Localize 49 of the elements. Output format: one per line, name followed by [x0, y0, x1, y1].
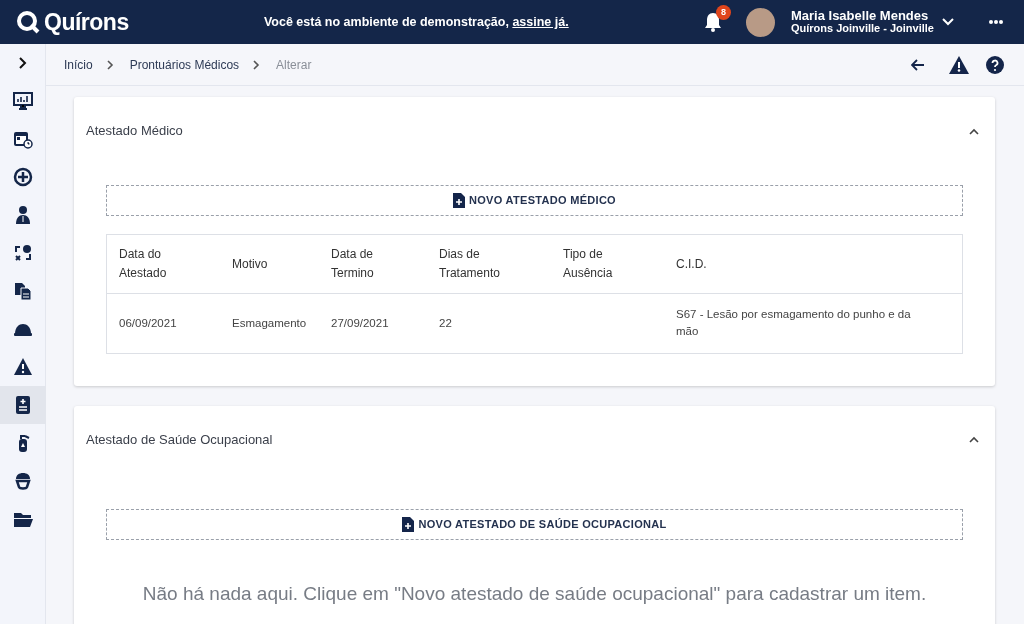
notification-count: 8 — [715, 5, 731, 20]
more-icon[interactable] — [988, 19, 1004, 25]
worker-icon — [13, 471, 33, 491]
user-name: Maria Isabelle Mendes — [790, 9, 930, 22]
column-header: Motivo — [220, 235, 319, 294]
warning-icon — [13, 357, 33, 377]
column-header: Data do Atestado — [107, 235, 220, 294]
shapes-arrows-icon — [13, 243, 33, 263]
breadcrumb-link[interactable]: Prontuários Médicos — [129, 55, 240, 74]
medical-record-icon — [13, 395, 33, 415]
table-cell: 06/09/2021 — [119, 316, 177, 329]
user-company: Quírons Joinville - Joinville — [790, 22, 934, 35]
help-icon[interactable] — [986, 55, 1004, 74]
column-header: Data de Termino — [319, 235, 427, 294]
chevron-right-icon — [253, 59, 261, 70]
table-cell: Esmagamento — [232, 316, 307, 329]
section-title: Atestado Médico — [86, 122, 183, 141]
new-item-button[interactable]: NOVO ATESTADO DE SAÚDE OCUPACIONAL — [106, 508, 963, 540]
file-plus-icon — [453, 193, 465, 208]
avatar — [745, 7, 775, 37]
table-cell: S67 - Lesão por esmagamento do punho e da mão — [676, 308, 911, 338]
bell-icon[interactable] — [703, 12, 722, 32]
file-plus-icon — [402, 516, 415, 532]
section-title: Atestado de Saúde Ocupacional — [86, 430, 273, 449]
doctor-icon — [13, 205, 33, 225]
warning-icon[interactable] — [949, 55, 969, 74]
documents-icon — [13, 281, 33, 301]
column-header: C.I.D. — [664, 235, 962, 294]
chevron-down-icon[interactable] — [942, 18, 954, 26]
chevron-right-icon — [106, 59, 114, 70]
empty-message: Não há nada aqui. Clique em "Novo atestado de saúde ocupacional" para cadastrar um item. — [141, 581, 928, 606]
logo-icon — [16, 10, 40, 34]
chevron-right-icon — [19, 57, 27, 69]
sidebar-item[interactable] — [0, 386, 46, 424]
back-arrow-icon[interactable] — [911, 58, 925, 71]
table-cell: 22 — [439, 316, 452, 329]
banner-text: Você está no ambiente de demonstração, assine já. — [262, 13, 570, 31]
table-cell: 27/09/2021 — [331, 316, 389, 329]
subscribe-link[interactable]: assine já. — [512, 14, 569, 29]
chevron-up-icon[interactable] — [969, 127, 979, 135]
column-header: Tipo de Ausência — [551, 235, 664, 294]
calendar-clock-icon — [13, 129, 33, 149]
monitor-chart-icon — [13, 91, 33, 111]
chevron-up-icon[interactable] — [969, 436, 979, 443]
logo-text: Quírons — [44, 7, 129, 37]
new-item-button[interactable]: NOVO ATESTADO MÉDICO — [106, 185, 963, 216]
plus-circle-icon — [13, 167, 33, 187]
breadcrumb-link[interactable]: Início — [64, 55, 93, 74]
column-header: Dias de Tratamento — [427, 235, 551, 294]
